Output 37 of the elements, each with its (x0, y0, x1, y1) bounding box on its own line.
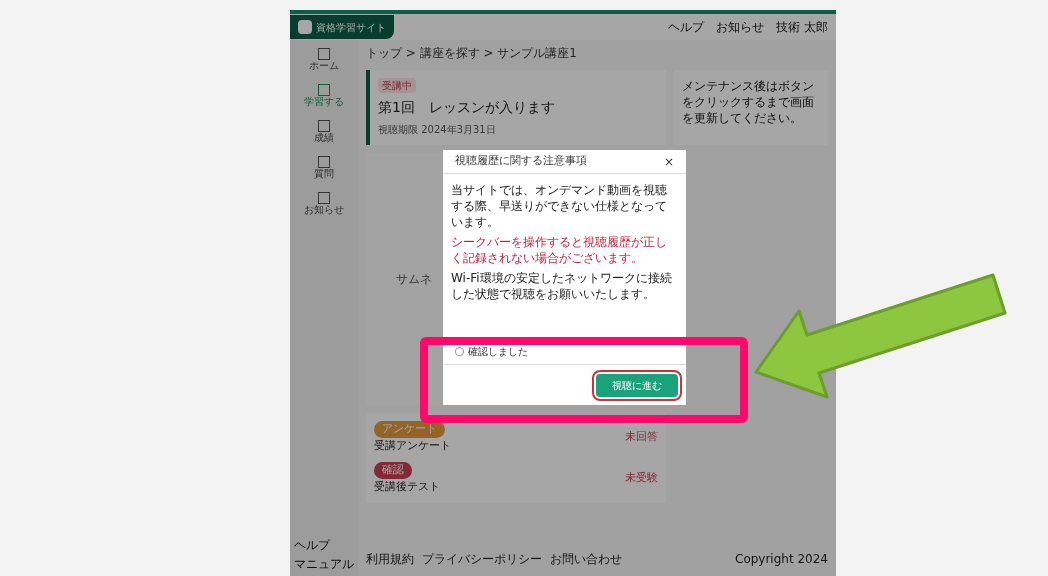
task-title[interactable]: 受講アンケート (374, 437, 451, 454)
close-button[interactable]: × (663, 152, 674, 171)
modal-title: 視聴履歴に関する注意事項 (455, 153, 587, 170)
notice-card: メンテナンス後はボタンをクリックするまで画面を更新してください。 (674, 70, 828, 145)
breadcrumb[interactable]: トップ > 講座を探す > サンプル講座1 (366, 44, 828, 62)
sidebar-item[interactable]: ホーム (290, 44, 358, 76)
task-badge: アンケート (374, 421, 445, 438)
footer-link[interactable]: プライバシーポリシー (422, 550, 542, 568)
menu-icon (318, 192, 330, 204)
sidebar-item[interactable]: 成績 (290, 116, 358, 148)
header-link[interactable]: お知らせ (716, 18, 765, 36)
footer-link[interactable]: お問い合わせ (550, 550, 622, 568)
menu-icon (318, 84, 330, 96)
checkbox-box[interactable] (455, 347, 464, 356)
notice-paragraph: 当サイトでは、オンデマンド動画を視聴する際、早送りができない仕様となっています。 (451, 182, 668, 230)
task-status: 未回答 (625, 429, 658, 446)
footer-link[interactable]: 利用規約 (366, 550, 414, 568)
menu-icon (318, 120, 330, 132)
task-status: 未受験 (625, 470, 658, 487)
logo-icon (298, 20, 312, 34)
task-title[interactable]: 受講後テスト (374, 478, 440, 495)
copyright-text: Copyright 2024 (735, 551, 828, 568)
lesson-title: 第1回 レッスンが入ります (378, 98, 555, 117)
header-link[interactable]: 技術 太郎 (776, 18, 828, 36)
sidebar-item[interactable]: 質問 (290, 152, 358, 184)
menu-icon (318, 48, 330, 60)
header-link[interactable]: ヘルプ (668, 18, 705, 36)
status-badge: 受講中 (378, 78, 416, 93)
sidebar-link[interactable]: マニュアル (294, 557, 354, 572)
logo[interactable]: 資格学習サイト (290, 15, 394, 39)
menu-icon (318, 156, 330, 168)
sidebar-item[interactable]: お知らせ (290, 188, 358, 220)
deadline-text: 視聴期限 2024年3月31日 (378, 123, 496, 137)
task-badge: 確認 (374, 462, 412, 479)
notice-paragraph: シークバーを操作すると視聴履歴が正しく記録されない場合がございます。 (451, 234, 668, 266)
confirm-checkbox[interactable]: 確認しました (443, 339, 686, 365)
sidebar-link[interactable]: ヘルプ (294, 538, 354, 553)
